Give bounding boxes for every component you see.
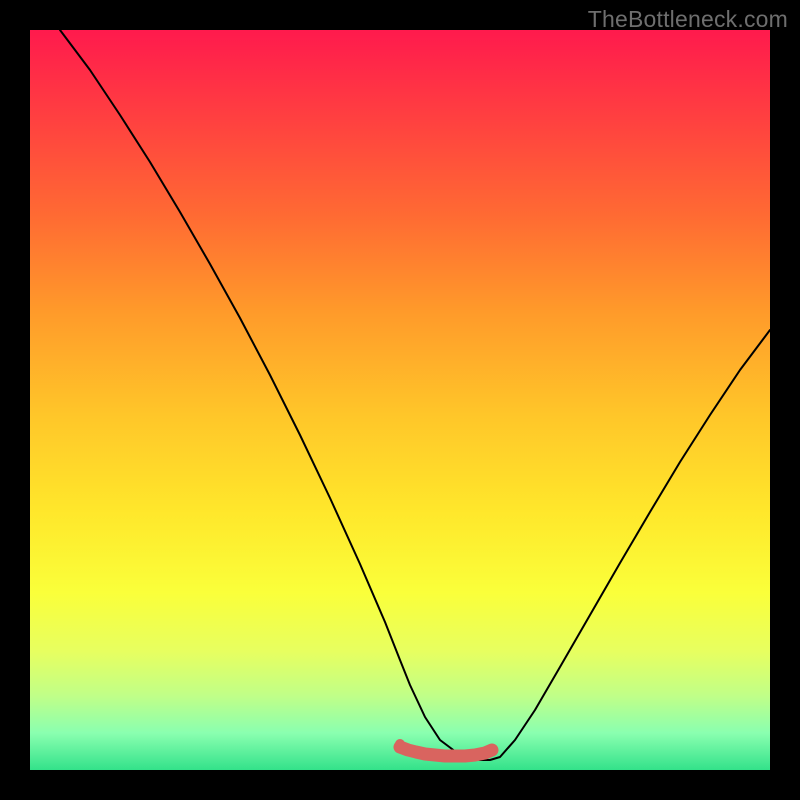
plot-area <box>30 30 770 770</box>
flat-segment-start-dot <box>395 739 405 749</box>
flat-segment-path <box>400 747 492 756</box>
watermark-text: TheBottleneck.com <box>588 6 788 33</box>
curve-path <box>60 30 770 760</box>
bottleneck-curve <box>30 30 770 770</box>
chart-frame: TheBottleneck.com <box>0 0 800 800</box>
